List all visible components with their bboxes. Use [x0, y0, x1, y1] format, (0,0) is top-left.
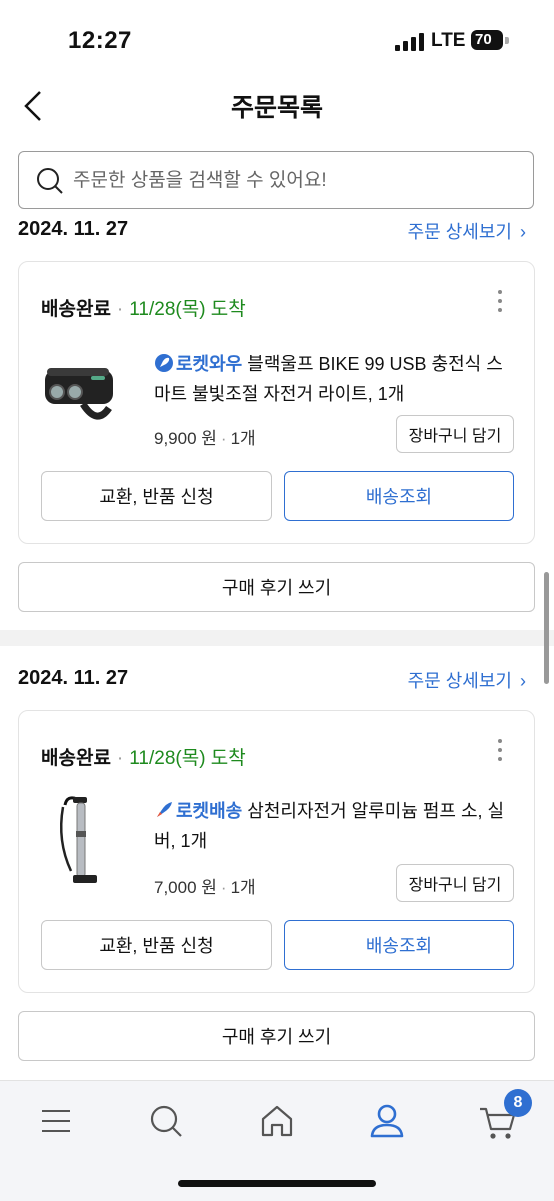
delivery-status: 배송완료 · 11/28(목) 도착: [41, 294, 246, 321]
order-detail-label: 주문 상세보기: [407, 671, 512, 691]
quantity: 1개: [230, 429, 256, 448]
chevron-right-icon: ›: [520, 671, 526, 691]
order-card: 배송완료 · 11/28(목) 도착 로켓와우 블랙울프 BIKE 99 USB 충…: [18, 261, 535, 544]
search-box[interactable]: [18, 151, 534, 209]
scrollbar[interactable]: [544, 572, 549, 684]
cart-count-badge: 8: [504, 1089, 532, 1117]
write-review-button[interactable]: 구매 후기 쓰기: [18, 562, 535, 612]
separator-dot: ·: [220, 429, 227, 448]
menu-icon[interactable]: [34, 1099, 78, 1143]
rocket-badge: 로켓배송: [176, 801, 243, 821]
track-delivery-button[interactable]: 배송조회: [284, 471, 514, 521]
chevron-right-icon: ›: [520, 222, 526, 242]
return-request-button[interactable]: 교환, 반품 신청: [41, 471, 272, 521]
rocket-icon: [157, 802, 172, 817]
price-line: 7,000 원 · 1개: [154, 873, 256, 898]
add-to-cart-button[interactable]: 장바구니 담기: [396, 415, 514, 453]
arrival-date: 11/28(목) 도착: [129, 748, 246, 769]
order-date: 2024. 11. 27: [18, 218, 129, 240]
arrival-date: 11/28(목) 도착: [129, 299, 246, 320]
home-indicator: [178, 1180, 376, 1187]
status-label: 배송완료: [41, 299, 111, 320]
page-title: 주문목록: [230, 94, 323, 122]
more-options-icon[interactable]: [494, 290, 506, 320]
search-icon[interactable]: [144, 1099, 188, 1143]
status-label: 배송완료: [41, 748, 111, 769]
signal-icon: [395, 33, 424, 51]
order-detail-link[interactable]: 주문 상세보기 ›: [408, 667, 526, 693]
home-icon[interactable]: [255, 1099, 299, 1143]
bike-light-icon: [45, 368, 113, 420]
delivery-status: 배송완료 · 11/28(목) 도착: [41, 743, 246, 770]
write-review-button[interactable]: 구매 후기 쓰기: [18, 1011, 535, 1061]
track-delivery-button[interactable]: 배송조회: [284, 920, 514, 970]
network-label: LTE: [431, 30, 466, 51]
separator-dot: ·: [220, 878, 227, 897]
order-detail-label: 주문 상세보기: [407, 222, 512, 242]
battery-icon: 70: [471, 30, 503, 50]
my-page-icon[interactable]: [365, 1099, 409, 1143]
price-line: 9,900 원 · 1개: [154, 424, 256, 449]
add-to-cart-button[interactable]: 장바구니 담기: [396, 864, 514, 902]
quantity: 1개: [230, 878, 256, 897]
separator-dot: ·: [116, 299, 124, 320]
rocket-icon: [155, 354, 173, 372]
status-time: 12:27: [68, 27, 132, 54]
more-options-icon[interactable]: [494, 739, 506, 769]
order-card: 배송완료 · 11/28(목) 도착 로켓배송 삼천리자전거 알루미늄 펌프 소, …: [18, 710, 535, 993]
search-input[interactable]: [71, 162, 515, 200]
section-divider: [0, 630, 554, 646]
price: 7,000 원: [154, 878, 217, 897]
separator-dot: ·: [116, 748, 124, 769]
order-date: 2024. 11. 27: [18, 667, 129, 689]
return-request-button[interactable]: 교환, 반품 신청: [41, 920, 272, 970]
order-detail-link[interactable]: 주문 상세보기 ›: [408, 218, 526, 244]
price: 9,900 원: [154, 429, 217, 448]
search-icon: [37, 168, 63, 194]
battery-cap: [505, 37, 509, 44]
rocket-badge: 로켓와우: [176, 354, 243, 374]
product-name-block[interactable]: 로켓와우 블랙울프 BIKE 99 USB 충전식 스마트 불빛조절 자전거 라…: [154, 349, 514, 409]
product-name-block[interactable]: 로켓배송 삼천리자전거 알루미늄 펌프 소, 실버, 1개: [154, 796, 514, 856]
bike-pump-icon: [59, 796, 97, 883]
